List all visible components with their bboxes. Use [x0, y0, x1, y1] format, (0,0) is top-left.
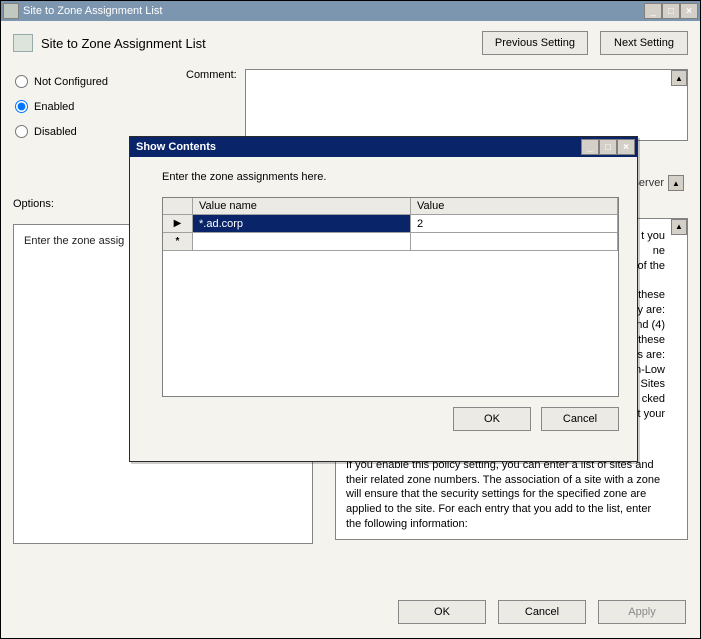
- radio-enabled-input[interactable]: [15, 100, 28, 113]
- radio-enabled[interactable]: Enabled: [15, 100, 168, 113]
- grid-cell-value[interactable]: 2: [411, 215, 618, 233]
- comment-textarea[interactable]: ▲: [245, 69, 688, 141]
- comment-label: Comment:: [186, 69, 237, 141]
- grid-cell-value[interactable]: [411, 233, 618, 251]
- minimize-button[interactable]: _: [644, 3, 662, 19]
- scroll-up-icon[interactable]: ▲: [668, 175, 684, 191]
- next-setting-button[interactable]: Next Setting: [600, 31, 688, 55]
- window-title: Site to Zone Assignment List: [23, 5, 644, 17]
- grid-cell-value-name[interactable]: [193, 233, 411, 251]
- radio-disabled-label: Disabled: [34, 126, 77, 138]
- grid-header-value-name[interactable]: Value name: [193, 198, 411, 214]
- dialog-close-button[interactable]: ×: [617, 139, 635, 155]
- radio-not-configured[interactable]: Not Configured: [15, 75, 168, 88]
- radio-disabled-input[interactable]: [15, 125, 28, 138]
- maximize-button[interactable]: □: [662, 3, 680, 19]
- app-icon: [3, 3, 19, 19]
- policy-icon: [13, 34, 33, 52]
- dialog-ok-button[interactable]: OK: [453, 407, 531, 431]
- grid-cell-value-name[interactable]: *.ad.corp: [193, 215, 411, 233]
- options-panel-text: Enter the zone assig: [24, 235, 124, 247]
- main-titlebar: Site to Zone Assignment List _ □ ×: [1, 1, 700, 21]
- help-paragraph: If you enable this policy setting, you c…: [346, 458, 665, 532]
- previous-setting-button[interactable]: Previous Setting: [482, 31, 588, 55]
- grid-corner: [163, 198, 193, 214]
- radio-enabled-label: Enabled: [34, 101, 74, 113]
- new-row-icon[interactable]: *: [163, 233, 193, 251]
- zone-assignment-grid[interactable]: Value name Value ▶ *.ad.corp 2 *: [162, 197, 619, 397]
- scroll-up-icon[interactable]: ▲: [671, 219, 687, 235]
- scroll-up-icon[interactable]: ▲: [671, 70, 687, 86]
- show-contents-dialog: Show Contents _ □ × Enter the zone assig…: [129, 136, 638, 462]
- dialog-maximize-button[interactable]: □: [599, 139, 617, 155]
- apply-button[interactable]: Apply: [598, 600, 686, 624]
- dialog-prompt: Enter the zone assignments here.: [162, 171, 619, 183]
- dialog-title: Show Contents: [136, 141, 581, 153]
- radio-not-configured-label: Not Configured: [34, 76, 108, 88]
- ok-button[interactable]: OK: [398, 600, 486, 624]
- close-button[interactable]: ×: [680, 3, 698, 19]
- radio-not-configured-input[interactable]: [15, 75, 28, 88]
- grid-row[interactable]: ▶ *.ad.corp 2: [163, 215, 618, 233]
- page-heading: Site to Zone Assignment List: [41, 36, 206, 51]
- dialog-titlebar: Show Contents _ □ ×: [130, 137, 637, 157]
- row-selector-icon[interactable]: ▶: [163, 215, 193, 233]
- grid-new-row[interactable]: *: [163, 233, 618, 251]
- cancel-button[interactable]: Cancel: [498, 600, 586, 624]
- grid-header-value[interactable]: Value: [411, 198, 618, 214]
- dialog-cancel-button[interactable]: Cancel: [541, 407, 619, 431]
- dialog-minimize-button[interactable]: _: [581, 139, 599, 155]
